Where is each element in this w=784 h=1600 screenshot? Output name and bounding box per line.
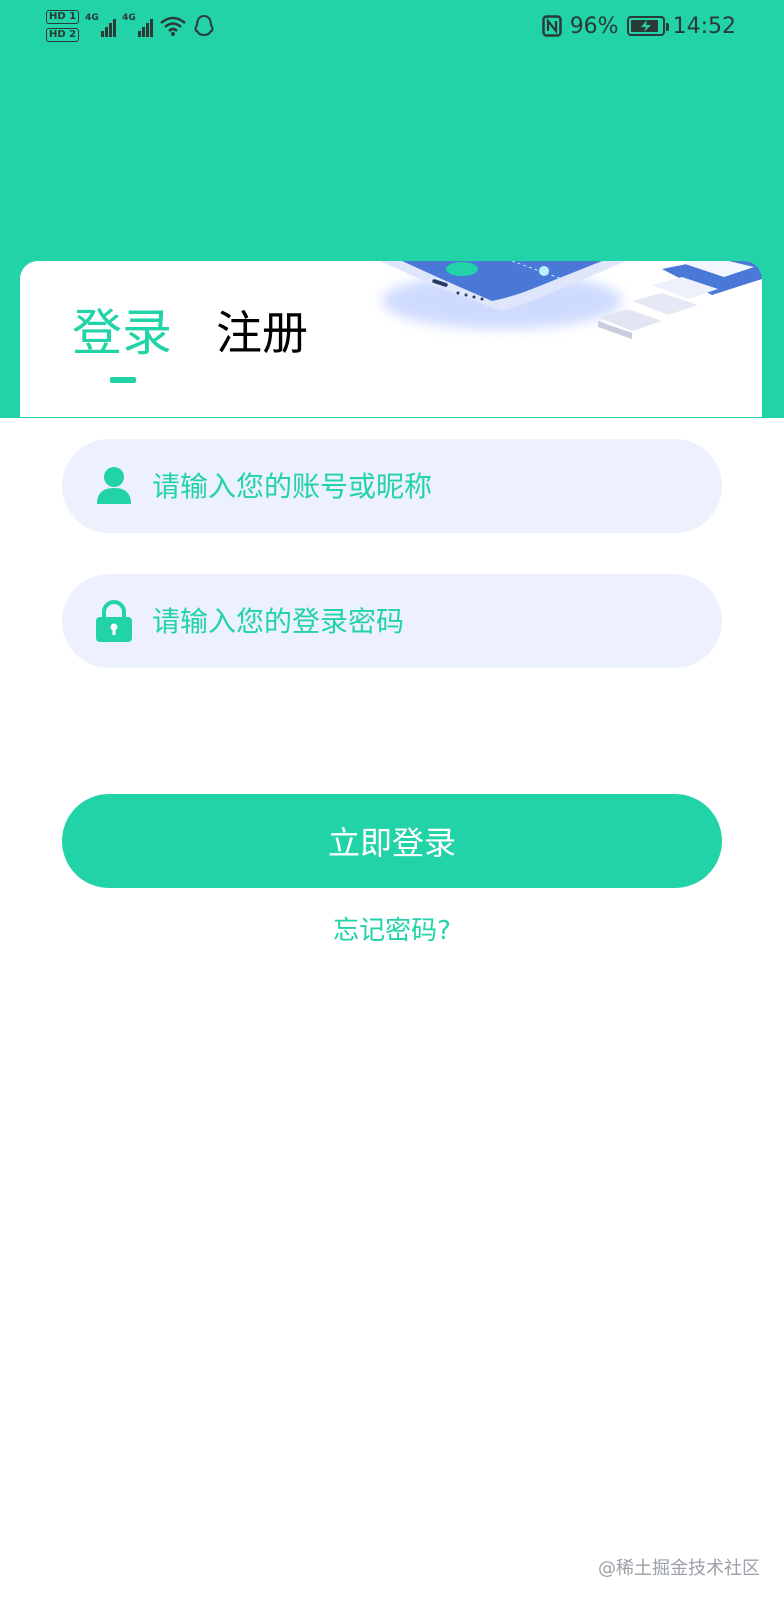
status-bar: HD 1 HD 2 4G 4G 96% 14:52 bbox=[0, 0, 784, 52]
nfc-icon bbox=[541, 15, 562, 37]
qq-icon bbox=[194, 14, 214, 37]
username-input[interactable] bbox=[152, 456, 692, 516]
network-type-2: 4G bbox=[122, 13, 136, 23]
user-icon bbox=[94, 464, 134, 508]
auth-card: 登录 注册 bbox=[20, 261, 762, 417]
hd-badges: HD 1 HD 2 bbox=[46, 10, 80, 42]
hd1-badge: HD 1 bbox=[46, 10, 80, 24]
signal-icon: 4G bbox=[85, 13, 117, 37]
username-field[interactable] bbox=[62, 439, 722, 533]
active-tab-indicator bbox=[110, 377, 136, 383]
wifi-icon bbox=[160, 16, 186, 36]
watermark: @稀土掘金技术社区 bbox=[598, 1558, 760, 1579]
signal-icon: 4G bbox=[122, 13, 154, 37]
tab-register[interactable]: 注册 bbox=[216, 297, 308, 363]
status-right: 96% 14:52 bbox=[541, 8, 736, 44]
hd2-badge: HD 2 bbox=[46, 28, 80, 42]
illustration bbox=[380, 261, 762, 339]
password-field[interactable] bbox=[62, 574, 722, 668]
tab-login[interactable]: 登录 bbox=[72, 293, 172, 365]
login-button[interactable]: 立即登录 bbox=[62, 794, 722, 888]
network-type-1: 4G bbox=[85, 13, 99, 23]
battery-percent: 96% bbox=[569, 13, 619, 39]
password-input[interactable] bbox=[152, 591, 692, 651]
forgot-password-link[interactable]: 忘记密码? bbox=[0, 910, 784, 947]
status-left: HD 1 HD 2 4G 4G bbox=[46, 8, 215, 44]
lock-icon bbox=[94, 599, 134, 643]
battery-charging-icon bbox=[626, 16, 669, 36]
clock: 14:52 bbox=[672, 13, 736, 39]
